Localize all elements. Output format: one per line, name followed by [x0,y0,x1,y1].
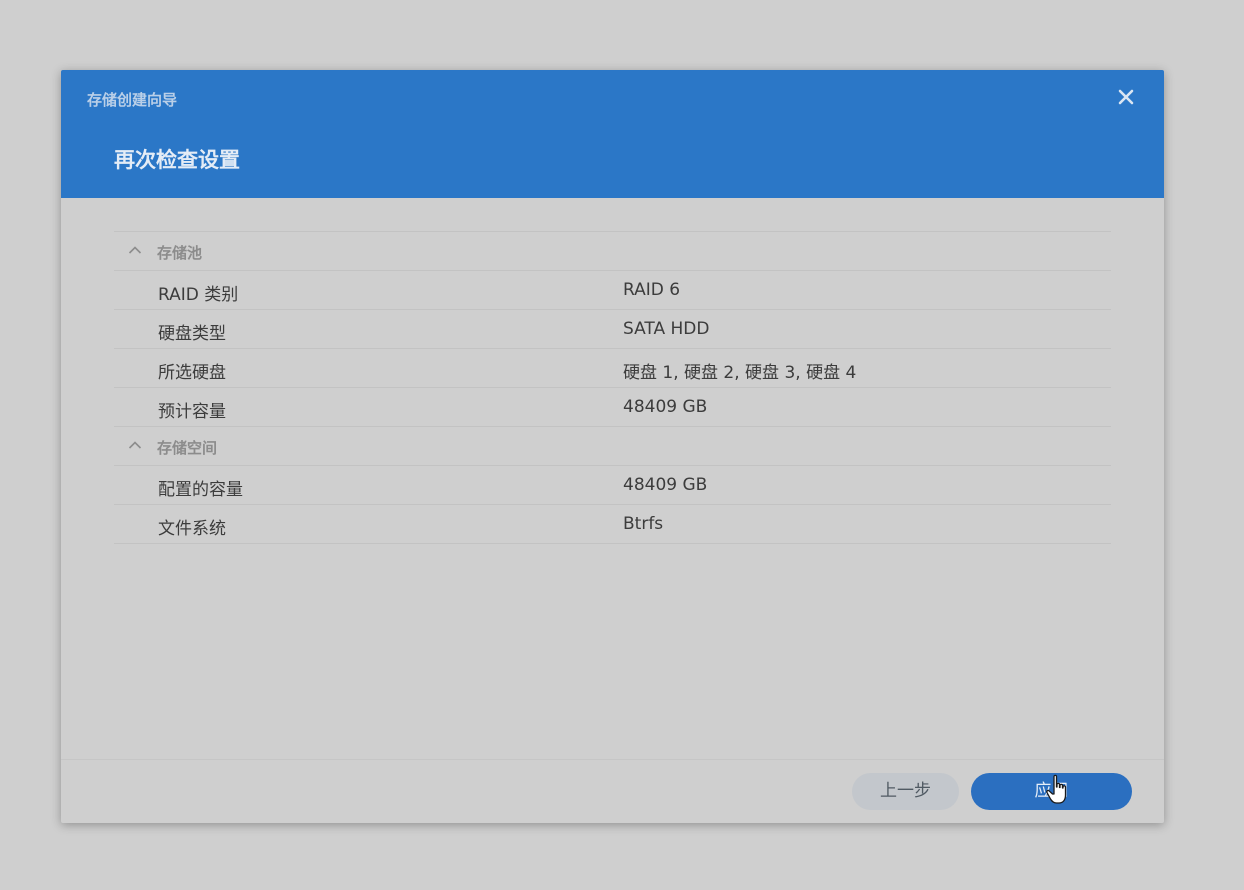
dialog-footer: 上一步 应用 [61,759,1164,823]
row-label: 文件系统 [158,519,226,539]
section-header-storage-pool[interactable]: 存储池 [114,231,1111,270]
dialog-header: 存储创建向导 再次检查设置 [61,70,1164,198]
wizard-title: 存储创建向导 [87,91,178,109]
table-row: 硬盘类型 SATA HDD [114,309,1111,348]
row-value: Btrfs [623,514,664,534]
row-value: 48409 GB [623,475,708,495]
storage-wizard-dialog: 存储创建向导 再次检查设置 存储池 RAID 类别 RAID 6 硬盘类型 SA… [61,70,1164,823]
section-label: 存储池 [157,244,203,262]
table-row: 配置的容量 48409 GB [114,465,1111,504]
table-row: 文件系统 Btrfs [114,504,1111,544]
row-label: 硬盘类型 [158,324,226,344]
chevron-up-icon [128,245,142,255]
back-button[interactable]: 上一步 [852,773,959,810]
row-value: 硬盘 1, 硬盘 2, 硬盘 3, 硬盘 4 [623,363,857,383]
row-value: 48409 GB [623,397,708,417]
apply-button[interactable]: 应用 [971,773,1132,810]
table-row: 预计容量 48409 GB [114,387,1111,426]
section-label: 存储空间 [157,439,218,457]
close-button[interactable] [1115,86,1137,108]
settings-summary: 存储池 RAID 类别 RAID 6 硬盘类型 SATA HDD 所选硬盘 硬盘… [114,231,1111,544]
step-title: 再次检查设置 [114,148,240,172]
section-header-storage-volume[interactable]: 存储空间 [114,426,1111,465]
row-label: RAID 类别 [158,285,239,305]
close-icon [1118,89,1134,105]
table-row: RAID 类别 RAID 6 [114,270,1111,309]
chevron-up-icon [128,440,142,450]
row-value: SATA HDD [623,319,710,339]
row-label: 所选硬盘 [158,363,226,383]
row-value: RAID 6 [623,280,681,300]
row-label: 预计容量 [158,402,226,422]
row-label: 配置的容量 [158,480,243,500]
table-row: 所选硬盘 硬盘 1, 硬盘 2, 硬盘 3, 硬盘 4 [114,348,1111,387]
